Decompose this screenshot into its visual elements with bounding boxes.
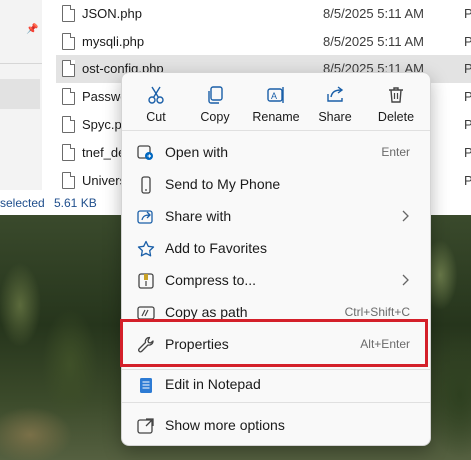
file-date: 8/5/2025 5:11 AM <box>323 6 424 21</box>
file-icon <box>62 33 75 50</box>
cut-button[interactable]: Cut <box>127 73 185 129</box>
menu-item-label: Share with <box>165 208 232 224</box>
file-row[interactable]: JSON.php 8/5/2025 5:11 AM P <box>56 0 471 28</box>
menu-separator <box>122 130 430 131</box>
nav-divider <box>0 63 42 64</box>
rename-button[interactable]: A Rename <box>247 73 305 129</box>
menu-item-shortcut: Enter <box>381 145 410 159</box>
menu-item-compress[interactable]: Compress to... <box>126 265 426 295</box>
menu-item-label: Show more options <box>165 417 285 433</box>
navigation-pane: 📌 <box>0 0 42 190</box>
star-icon <box>137 240 155 257</box>
file-icon <box>62 116 75 133</box>
menu-item-label: Send to My Phone <box>165 176 281 192</box>
menu-separator <box>122 402 430 403</box>
file-icon <box>62 60 75 77</box>
menu-item-label: Add to Favorites <box>165 240 267 256</box>
delete-icon <box>389 87 403 103</box>
open-with-icon <box>137 145 153 160</box>
chevron-right-icon <box>402 210 409 222</box>
share-label: Share <box>318 110 352 124</box>
cut-icon <box>148 86 164 104</box>
menu-item-label: Open with <box>165 144 229 160</box>
share-icon <box>327 86 344 102</box>
menu-item-open-with[interactable]: Open with Enter <box>126 137 426 167</box>
pin-icon: 📌 <box>26 24 39 35</box>
file-name: mysqli.php <box>82 34 145 49</box>
file-type: P <box>464 173 471 188</box>
menu-item-share-with[interactable]: Share with <box>126 201 426 231</box>
notepad-icon <box>140 378 152 393</box>
phone-icon <box>141 176 151 194</box>
file-icon <box>62 144 75 161</box>
status-size-text: 5.61 KB <box>54 196 97 210</box>
compress-icon <box>138 273 154 289</box>
properties-highlight-box <box>120 319 428 367</box>
copy-icon <box>208 86 223 104</box>
file-type: P <box>464 89 471 104</box>
file-icon <box>62 172 75 189</box>
file-date: 8/5/2025 5:11 AM <box>323 34 424 49</box>
menu-item-edit-notepad[interactable]: Edit in Notepad <box>126 369 426 399</box>
cut-label: Cut <box>146 110 166 124</box>
share-with-icon <box>137 210 153 224</box>
menu-item-send-to-phone[interactable]: Send to My Phone <box>126 169 426 199</box>
status-selected-text: selected <box>0 196 45 210</box>
file-type: P <box>464 61 471 76</box>
copy-label: Copy <box>200 110 230 124</box>
file-icon <box>62 88 75 105</box>
delete-button[interactable]: Delete <box>367 73 425 129</box>
file-type: P <box>464 34 471 49</box>
file-name: JSON.php <box>82 6 142 21</box>
file-name: Univers <box>82 173 127 188</box>
menu-item-label: Compress to... <box>165 272 257 288</box>
context-menu: Cut Copy A Rename Share Delete Open with… <box>121 72 431 446</box>
menu-item-show-more-options[interactable]: Show more options <box>126 410 426 440</box>
copy-button[interactable]: Copy <box>186 73 244 129</box>
menu-item-label: Copy as path <box>165 304 248 320</box>
menu-item-add-favorites[interactable]: Add to Favorites <box>126 233 426 263</box>
show-more-icon <box>137 418 154 434</box>
delete-label: Delete <box>377 110 415 124</box>
file-type: P <box>464 6 471 21</box>
file-icon <box>62 5 75 22</box>
rename-label: Rename <box>252 110 300 124</box>
file-type: P <box>464 145 471 160</box>
svg-text:A: A <box>271 91 277 101</box>
nav-selected-item[interactable] <box>0 79 40 109</box>
quick-actions-bar: Cut Copy A Rename Share Delete <box>122 73 430 129</box>
share-button[interactable]: Share <box>306 73 364 129</box>
menu-item-label: Edit in Notepad <box>165 376 261 392</box>
file-name: tnef_de <box>82 145 126 160</box>
chevron-right-icon <box>402 274 409 286</box>
menu-item-shortcut: Ctrl+Shift+C <box>344 305 410 319</box>
rename-icon: A <box>267 87 284 103</box>
file-type: P <box>464 117 471 132</box>
file-row[interactable]: mysqli.php 8/5/2025 5:11 AM P <box>56 28 471 56</box>
